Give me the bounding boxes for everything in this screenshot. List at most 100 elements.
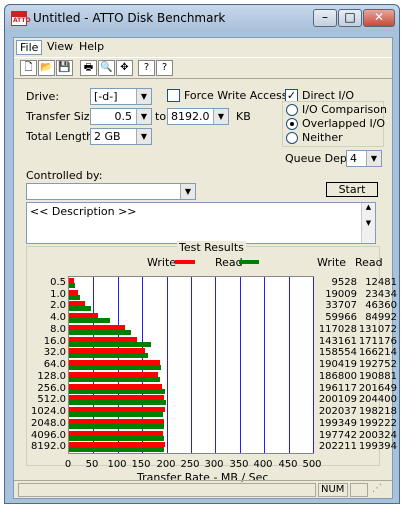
transfer-size-label: 2.0 [50,300,66,312]
transfer-size-label: 128.0 [37,370,66,382]
description-box[interactable]: << Description >> ▲ ▼ [26,202,376,244]
write-value: 186800 [318,370,357,382]
chevron-down-icon: ▼ [366,151,381,166]
read-bar [69,306,91,312]
app-window: ATTO Untitled - ATTO Disk Benchmark – □ … [4,4,400,504]
transfer-size-label: 512.0 [37,394,66,406]
open-folder-icon[interactable]: 📂 [38,60,55,76]
minimize-button[interactable]: – [313,9,337,27]
transfer-size-to-select[interactable]: 8192.0 ▼ [167,108,229,125]
kb-label: KB [236,110,251,123]
controlled-by-label: Controlled by: [26,169,103,182]
chevron-down-icon: ▼ [136,129,151,144]
write-value: 197742 [318,429,357,441]
chevron-down-icon: ▼ [136,89,151,104]
context-help-icon[interactable]: ? [156,60,173,76]
total-length-label: Total Length: [26,130,97,143]
description-scrollbar[interactable]: ▲ ▼ [361,203,375,243]
write-value: 190419 [318,359,357,371]
maximize-button[interactable]: □ [338,9,362,27]
menu-help[interactable]: Help [76,40,107,53]
read-bar [69,283,75,288]
read-bar [69,365,161,371]
move-icon[interactable]: ✥ [116,60,133,76]
num-lock-indicator: NUM [318,483,348,497]
neither-radio[interactable] [286,132,298,144]
force-write-label: Force Write Access [184,89,288,102]
drive-select[interactable]: [-d-] ▼ [90,88,152,105]
app-icon-text: ATTO [13,17,31,24]
chevron-down-icon: ▼ [213,109,228,124]
io-comparison-radio[interactable] [286,104,298,116]
write-value: 117028 [318,323,357,335]
transfer-size-label: 2048.0 [31,417,66,429]
write-column-header: Write [317,256,347,269]
read-value: 190881 [358,370,397,382]
transfer-size-from-select[interactable]: 0.5 ▼ [90,108,152,125]
status-message-pane [18,483,316,497]
transfer-from-value: 0.5 [114,110,133,123]
io-comparison-label: I/O Comparison [302,103,387,116]
overlapped-io-radio[interactable] [286,118,298,130]
neither-label: Neither [302,131,343,144]
force-write-checkbox[interactable] [167,89,180,102]
resize-grip-icon[interactable]: ⋰ [370,483,388,497]
write-value: 19009 [325,288,357,300]
transfer-size-label: 4096.0 [31,429,66,441]
test-results-title: Test Results [177,241,246,254]
controlled-by-select[interactable]: ▼ [26,183,196,200]
to-label: to [155,110,167,123]
print-preview-icon[interactable]: 🔍 [98,60,115,76]
queue-depth-select[interactable]: 4 ▼ [346,150,382,167]
read-legend-swatch [239,260,259,264]
transfer-to-value: 8192.0 [171,110,210,123]
test-results-group: Test Results Write Read Write Read Trans… [26,241,397,484]
read-value: 199394 [358,441,397,453]
read-value: 199222 [358,417,397,429]
gridline [215,277,216,453]
gridline [167,277,168,453]
read-value: 192752 [358,359,397,371]
read-value: 12481 [365,277,397,288]
print-icon[interactable]: 🖶 [80,60,97,76]
queue-depth-value: 4 [350,152,357,165]
read-bar [69,318,110,324]
close-button[interactable]: ✕ [363,9,395,27]
write-value: 59966 [325,312,357,324]
status-pane-blank [350,483,368,497]
read-bar [69,341,151,347]
client-area: File View Help 🗋 📂 💾 🖶 🔍 ✥?? Drive: [-d-] ▼ F… [13,37,397,499]
menu-view[interactable]: View [44,40,76,53]
menu-bar: File View Help [14,38,392,56]
gridline [240,277,241,453]
read-value: 201649 [358,382,397,394]
read-value: 171176 [358,335,397,347]
write-value: 202211 [318,441,357,453]
read-value: 131072 [358,323,397,335]
transfer-size-label: 0.5 [50,277,66,288]
start-button[interactable]: Start [326,182,378,197]
drive-label: Drive: [26,90,60,103]
read-value: 46360 [365,300,397,312]
read-bar [69,423,164,429]
atto-app-icon: ATTO [11,11,31,26]
total-length-select[interactable]: 2 GB ▼ [90,128,152,145]
write-value: 143161 [318,335,357,347]
transfer-size-label: 8.0 [50,323,66,335]
read-bar [69,353,148,359]
new-file-icon[interactable]: 🗋 [20,60,37,76]
read-bar [69,447,164,453]
transfer-size-label: 8192.0 [31,441,66,453]
chevron-down-icon: ▼ [180,184,195,199]
write-value: 33707 [325,300,357,312]
read-bar [69,294,80,300]
help-icon[interactable]: ? [138,60,155,76]
read-bar [69,329,131,335]
menu-file[interactable]: File [16,40,43,55]
title-bar[interactable]: ATTO Untitled - ATTO Disk Benchmark – □ … [5,5,399,32]
transfer-size-label: 1024.0 [31,406,66,418]
transfer-size-label: Transfer Size: [26,110,101,123]
save-icon[interactable]: 💾 [56,60,73,76]
overlapped-io-label: Overlapped I/O [302,117,386,130]
total-length-value: 2 GB [94,130,121,143]
